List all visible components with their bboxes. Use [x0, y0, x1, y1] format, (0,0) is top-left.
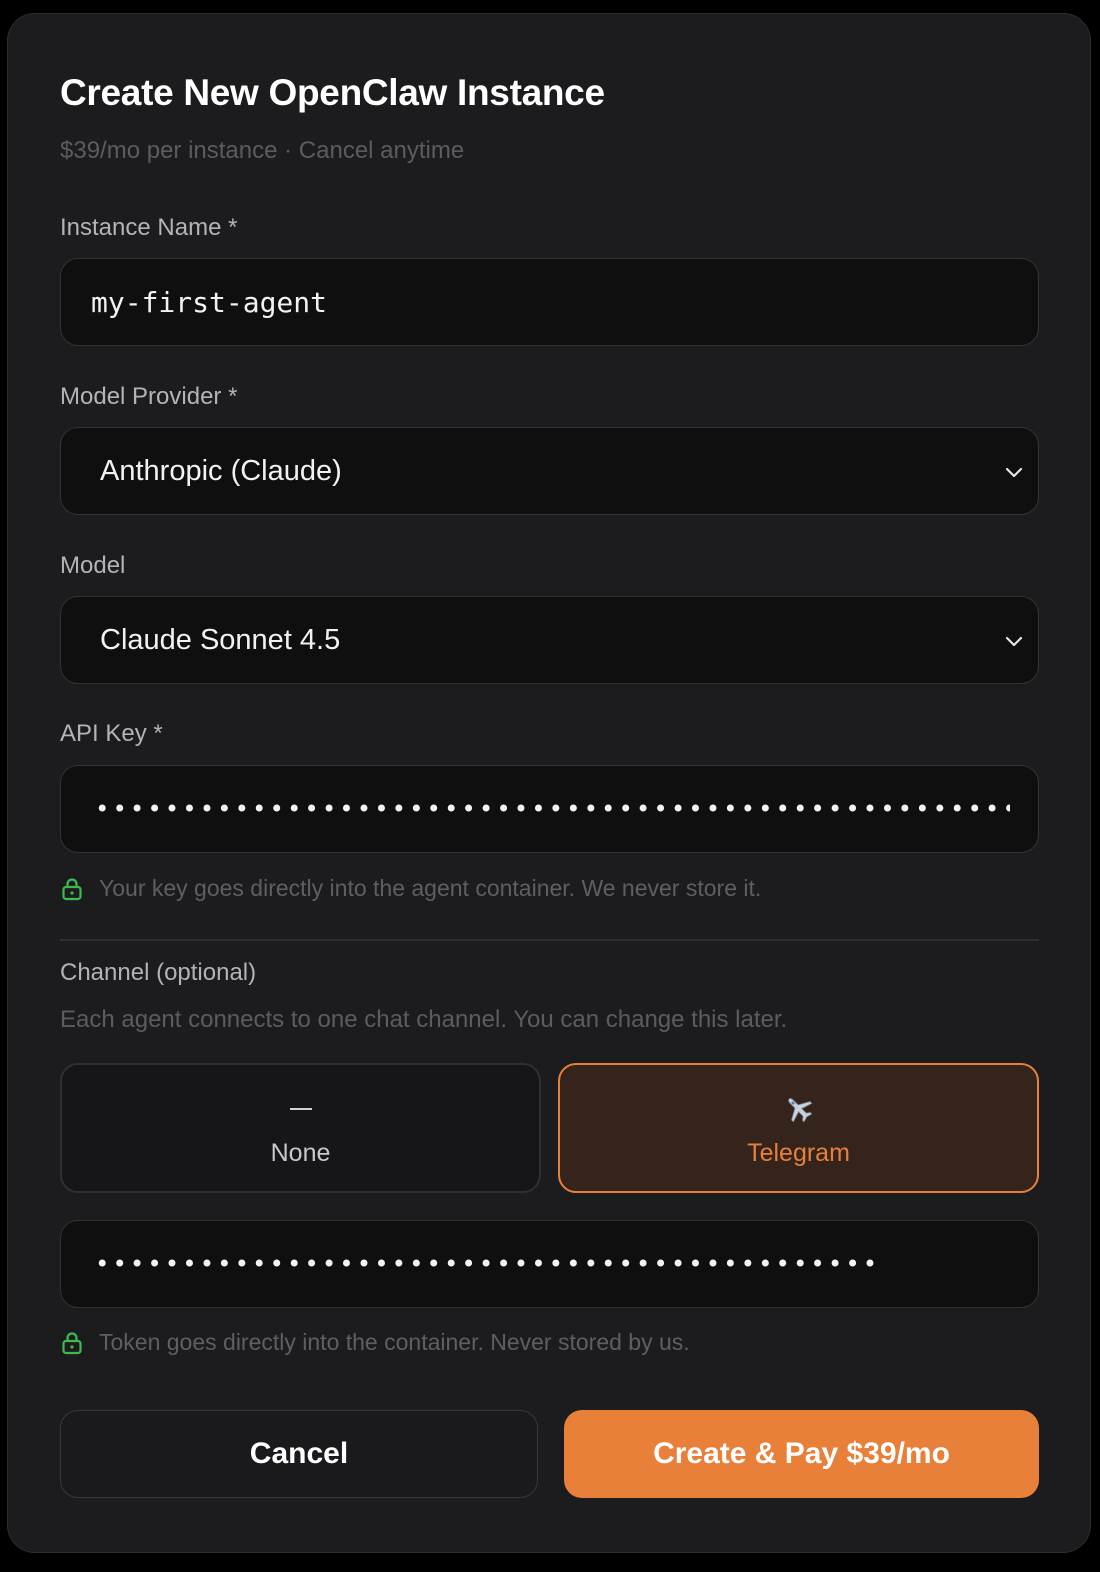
channel-option-none[interactable]: None	[60, 1063, 541, 1193]
api-key-input[interactable]: ••••••••••••••••••••••••••••••••••••••••…	[60, 765, 1039, 853]
lock-icon	[62, 1331, 82, 1354]
channel-option-telegram[interactable]: Telegram	[558, 1063, 1039, 1193]
modal-title: Create New OpenClaw Instance	[60, 72, 605, 113]
channel-label: Channel (optional)	[60, 959, 257, 986]
lock-icon	[62, 877, 82, 900]
channel-description: Each agent connects to one chat channel.…	[60, 1006, 788, 1033]
api-key-masked-value: ••••••••••••••••••••••••••••••••••••••••…	[95, 795, 1010, 823]
create-instance-modal: Create New OpenClaw Instance $39/mo per …	[7, 13, 1091, 1553]
channel-option-label: None	[270, 1139, 331, 1167]
modal-subtitle: $39/mo per instance · Cancel anytime	[60, 137, 465, 164]
token-hint-text: Token goes directly into the container. …	[99, 1329, 690, 1355]
model-provider-selected: Anthropic (Claude)	[100, 454, 342, 487]
airplane-icon	[560, 1093, 1037, 1125]
api-key-hint: Your key goes directly into the agent co…	[60, 875, 761, 902]
section-divider	[60, 939, 1039, 941]
model-provider-label: Model Provider *	[60, 383, 238, 410]
model-label: Model	[60, 552, 126, 579]
instance-name-value: my-first-agent	[91, 285, 328, 319]
instance-name-label: Instance Name *	[60, 214, 238, 241]
model-select[interactable]: Claude Sonnet 4.5	[60, 596, 1039, 684]
chevron-down-icon	[1005, 636, 1023, 647]
instance-name-input[interactable]: my-first-agent	[60, 258, 1039, 346]
token-hint: Token goes directly into the container. …	[60, 1329, 690, 1356]
api-key-label: API Key *	[60, 720, 163, 747]
telegram-token-input[interactable]: ••••••••••••••••••••••••••••••••••••••••…	[60, 1220, 1039, 1308]
chevron-down-icon	[1005, 467, 1023, 478]
model-provider-select[interactable]: Anthropic (Claude)	[60, 427, 1039, 515]
model-selected: Claude Sonnet 4.5	[100, 623, 341, 656]
dash-icon	[62, 1093, 539, 1125]
telegram-token-masked-value: ••••••••••••••••••••••••••••••••••••••••…	[95, 1250, 881, 1278]
cancel-button[interactable]: Cancel	[60, 1410, 538, 1498]
create-and-pay-button[interactable]: Create & Pay $39/mo	[564, 1410, 1039, 1498]
api-key-hint-text: Your key goes directly into the agent co…	[99, 875, 762, 901]
channel-option-label: Telegram	[747, 1139, 850, 1167]
